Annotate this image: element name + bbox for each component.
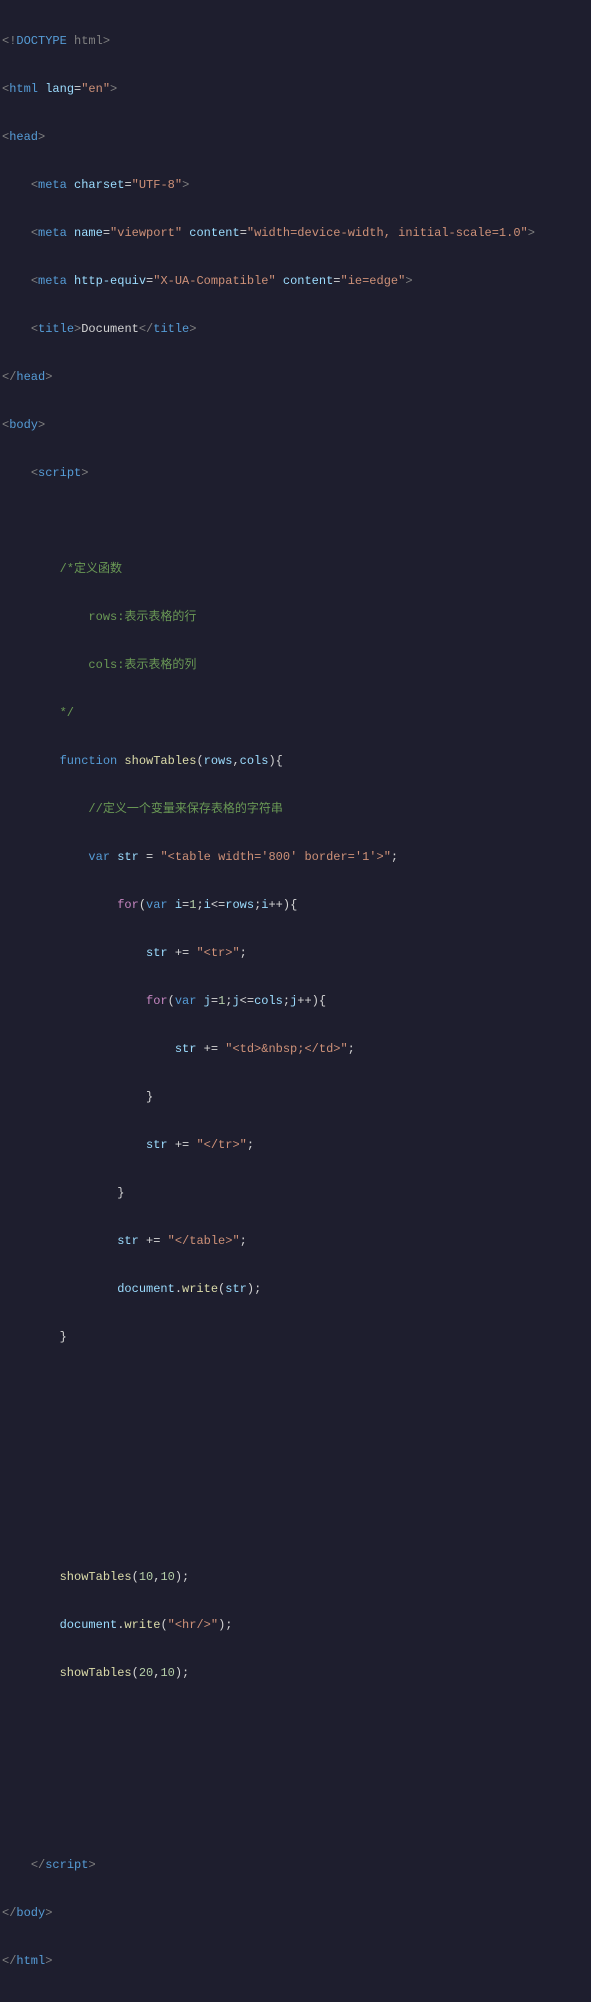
code-line: str += "<td>&nbsp;</td>"; [2,1034,591,1064]
code-line: str += "</tr>"; [2,1130,591,1160]
code-editor-content: <!DOCTYPE html> <html lang="en"> <head> … [0,0,591,2002]
code-line: </head> [2,362,591,392]
code-line [2,1466,591,1496]
code-line: for(var i=1;i<=rows;i++){ [2,890,591,920]
code-line: } [2,1322,591,1352]
code-line: document.write("<hr/>"); [2,1610,591,1640]
code-line [2,1514,591,1544]
code-line: </body> [2,1898,591,1928]
code-line: /*定义函数 [2,554,591,584]
code-line: str += "<tr>"; [2,938,591,968]
code-line: var str = "<table width='800' border='1'… [2,842,591,872]
code-line: </script> [2,1850,591,1880]
code-line [2,1418,591,1448]
code-line [2,506,591,536]
code-line [2,1802,591,1832]
code-line: <script> [2,458,591,488]
code-line: <title>Document</title> [2,314,591,344]
code-line: str += "</table>"; [2,1226,591,1256]
code-line [2,1754,591,1784]
code-line: } [2,1178,591,1208]
code-line: <head> [2,122,591,152]
code-line [2,1706,591,1736]
code-line: document.write(str); [2,1274,591,1304]
code-line: <html lang="en"> [2,74,591,104]
code-line: <body> [2,410,591,440]
code-line: showTables(20,10); [2,1658,591,1688]
code-line: <!DOCTYPE html> [2,26,591,56]
code-line: //定义一个变量来保存表格的字符串 [2,794,591,824]
code-line: <meta charset="UTF-8"> [2,170,591,200]
code-line [2,1370,591,1400]
code-line: } [2,1082,591,1112]
code-line: <meta http-equiv="X-UA-Compatible" conte… [2,266,591,296]
code-line: */ [2,698,591,728]
code-line: rows:表示表格的行 [2,602,591,632]
code-line: function showTables(rows,cols){ [2,746,591,776]
code-line: cols:表示表格的列 [2,650,591,680]
code-line: showTables(10,10); [2,1562,591,1592]
code-line: </html> [2,1946,591,1976]
code-line: for(var j=1;j<=cols;j++){ [2,986,591,1016]
code-line: <meta name="viewport" content="width=dev… [2,218,591,248]
